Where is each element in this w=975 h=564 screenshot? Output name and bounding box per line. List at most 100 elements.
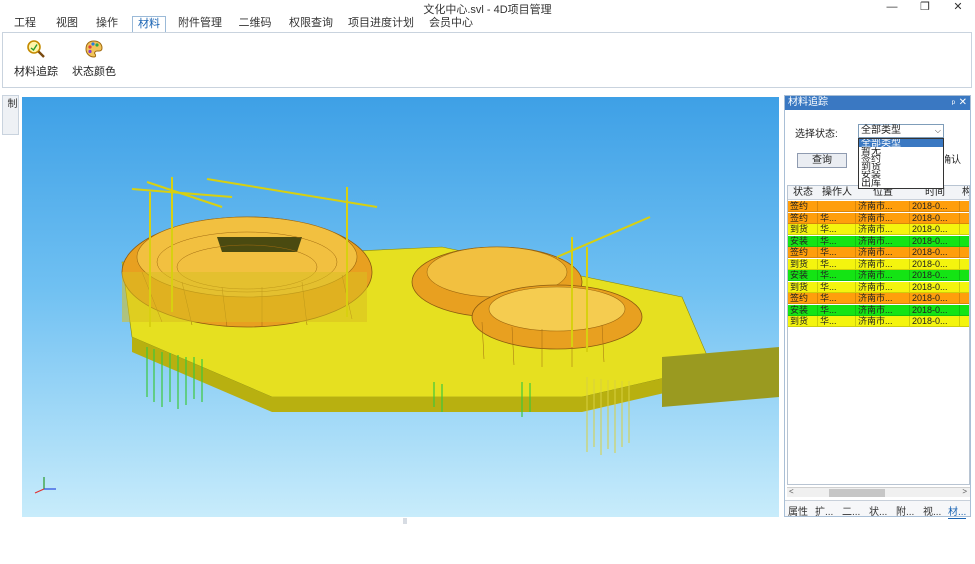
table-row[interactable]: 签约 华... 济南市... 2018-0... [788,212,969,224]
cell-time: 2018-0... [910,304,960,316]
display-control-tab[interactable]: 显示控制 [2,95,31,135]
state-select-value: 全部类型 [861,125,901,136]
cell-operator: 华... [818,247,856,258]
menu-member[interactable]: 会员中心 [426,16,476,32]
table-row[interactable]: 签约 华... 济南市... 2018-0... [788,247,969,258]
cell-component [960,316,969,327]
cell-location: 济南市... [856,247,910,258]
horizontal-scrollbar[interactable]: < > [787,487,970,497]
table-row[interactable]: 到货 华... 济南市... 2018-0... [788,224,969,235]
query-button[interactable]: 查询 [797,153,847,168]
table-row[interactable]: 签约 济南市... 2018-0... [788,201,969,212]
cell-location: 济南市... [856,258,910,270]
cell-location: 济南市... [856,293,910,304]
cell-location: 济南市... [856,304,910,316]
table-row[interactable]: 到货 华... 济南市... 2018-0... [788,316,969,327]
panel-close-button[interactable]: ✕ [959,96,967,110]
confirm-button[interactable]: 确认 [945,153,970,168]
table-row[interactable]: 安装 华... 济南市... 2018-0... [788,270,969,281]
material-tracking-label: 材料追踪 [14,66,58,78]
material-table: 状态 操作人 位置 时间 构 签约济南市...2018-0...签约华...济南… [787,185,970,485]
cell-location: 济南市... [856,235,910,247]
cell-component [960,247,969,258]
col-component[interactable]: 构 [960,186,969,200]
tab-view[interactable]: 视... [923,503,941,518]
cell-time: 2018-0... [910,258,960,270]
cell-component [960,236,969,247]
table-row[interactable]: 到货 华... 济南市... 2018-0... [788,281,969,293]
status-color-label: 状态颜色 [72,66,116,78]
cell-component [960,282,969,293]
cell-status: 安装 [788,270,818,281]
table-row[interactable]: 安装 华... 济南市... 2018-0... [788,235,969,247]
splitter-handle[interactable] [403,518,407,524]
dropdown-option-outbound[interactable]: 出库 [859,179,943,187]
cell-time: 2018-0... [910,224,960,235]
cell-component [960,224,969,235]
table-row[interactable]: 到货 华... 济南市... 2018-0... [788,258,969,270]
dropdown-option-signed[interactable]: 签约 [859,155,943,163]
scroll-right-icon[interactable]: > [962,487,967,496]
cell-location: 济南市... [856,316,910,327]
scroll-thumb[interactable] [829,489,885,497]
cell-operator: 华... [818,270,856,281]
cell-status: 到货 [788,224,818,235]
col-operator[interactable]: 操作人 [818,186,856,200]
menu-material[interactable]: 材料 [132,16,166,32]
panel-header: 材料追踪 ᵖ ✕ [785,96,970,110]
cell-location: 济南市... [856,224,910,235]
tab-qrcode[interactable]: 二... [842,503,860,518]
cell-status: 到货 [788,258,818,270]
scroll-left-icon[interactable]: < [789,487,794,496]
cell-operator: 华... [818,316,856,327]
restore-button[interactable]: ❐ [910,0,940,15]
cell-time: 2018-0... [910,293,960,304]
cell-component [960,201,969,212]
tab-extend[interactable]: 扩... [815,503,833,518]
magnifier-icon [27,40,45,58]
table-row[interactable]: 安装 华... 济南市... 2018-0... [788,304,969,316]
cell-operator: 华... [818,304,856,316]
tab-attachment[interactable]: 附... [896,503,914,518]
cell-location: 济南市... [856,212,910,224]
dropdown-option-none[interactable]: 暂无 [859,147,943,155]
cell-operator: 华... [818,258,856,270]
tab-status[interactable]: 状... [869,503,887,518]
dropdown-option-arrived[interactable]: 到货 [859,163,943,171]
menu-view[interactable]: 视图 [52,16,82,32]
cell-time: 2018-0... [910,212,960,224]
panel-tabs: 属性 扩... 二... 状... 附... 视... 材... [785,500,970,519]
palette-icon [85,40,103,58]
state-label: 选择状态: [795,129,838,140]
menu-qrcode[interactable]: 二维码 [236,16,274,32]
dropdown-option-all[interactable]: 全部类型 [859,139,943,147]
cell-status: 签约 [788,212,818,224]
cell-operator: 华... [818,235,856,247]
building-model [34,177,779,494]
cell-status: 到货 [788,316,818,327]
menu-operate[interactable]: 操作 [92,16,122,32]
dropdown-option-installed[interactable]: 安装 [859,171,943,179]
tab-properties[interactable]: 属性 [788,503,808,518]
table-row[interactable]: 签约 华... 济南市... 2018-0... [788,293,969,304]
cell-time: 2018-0... [910,316,960,327]
model-viewport[interactable] [22,97,779,517]
cell-status: 签约 [788,201,818,212]
tab-material[interactable]: 材... [948,503,967,519]
cell-component [960,259,969,270]
material-tracking-button[interactable]: 材料追踪 [11,37,61,83]
status-color-button[interactable]: 状态颜色 [69,37,119,83]
pin-icon[interactable]: ᵖ [952,96,955,110]
minimize-button[interactable]: — [877,0,907,15]
col-status[interactable]: 状态 [788,186,818,200]
cell-location: 济南市... [856,281,910,293]
menu-permission[interactable]: 权限查询 [286,16,336,32]
close-button[interactable]: ✕ [943,0,973,15]
menu-attachment[interactable]: 附件管理 [175,16,225,32]
menu-bar: 工程 视图 操作 材料 附件管理 二维码 权限查询 项目进度计划 会员中心 [0,15,975,32]
menu-project[interactable]: 工程 [10,16,40,32]
cell-component [960,293,969,304]
state-select[interactable]: 全部类型 ⌵ [858,124,944,138]
menu-schedule[interactable]: 项目进度计划 [348,16,414,32]
panel-title: 材料追踪 [788,97,828,108]
